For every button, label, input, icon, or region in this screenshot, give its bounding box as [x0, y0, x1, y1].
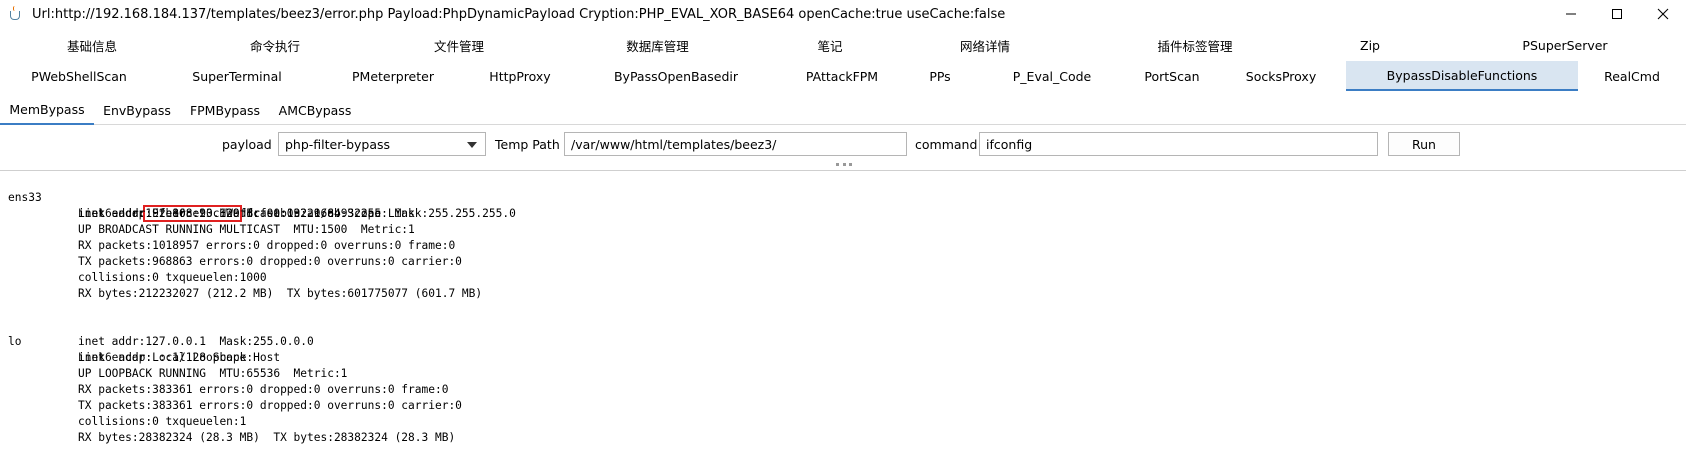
- temp-path-label: Temp Path: [495, 136, 560, 152]
- tab-realcmd[interactable]: RealCmd: [1596, 61, 1668, 91]
- output-text: RX packets:383361 errors:0 dropped:0 ove…: [78, 383, 449, 396]
- temp-path-input[interactable]: /var/www/html/templates/beez3/: [564, 132, 907, 156]
- minimize-icon: [1566, 13, 1576, 15]
- command-output-area[interactable]: ens33 Link encap:Ethernet HWaddr 00:0c:2…: [0, 170, 1686, 453]
- subtab-amcbypass[interactable]: AMCBypass: [274, 95, 356, 125]
- bypass-subtabs: MemBypass EnvBypass FPMBypass AMCBypass: [0, 95, 1686, 125]
- output-text: UP LOOPBACK RUNNING MTU:65536 Metric:1: [78, 367, 348, 380]
- output-text: UP BROADCAST RUNNING MULTICAST MTU:1500 …: [78, 223, 415, 236]
- close-button[interactable]: [1640, 0, 1686, 28]
- output-text: inet6 addr: ::1/128 Scope:Host: [78, 351, 281, 364]
- tab-database-manager[interactable]: 数据库管理: [585, 30, 730, 60]
- bypass-form: payload php-filter-bypass Temp Path /var…: [0, 131, 1686, 157]
- window-titlebar: Url:http://192.168.184.137/templates/bee…: [0, 0, 1686, 28]
- subtab-envbypass[interactable]: EnvBypass: [98, 95, 176, 125]
- tab-bypassdisablefunctions[interactable]: BypassDisableFunctions: [1346, 61, 1578, 91]
- subtab-membypass[interactable]: MemBypass: [0, 95, 94, 125]
- output-text: RX packets:1018957 errors:0 dropped:0 ov…: [78, 239, 456, 252]
- tab-plugin-tag-manager[interactable]: 插件标签管理: [1125, 30, 1265, 60]
- output-text: TX packets:383361 errors:0 dropped:0 ove…: [78, 399, 462, 412]
- output-line: ens33 Link encap:Ethernet HWaddr 00:0c:2…: [0, 174, 381, 220]
- output-text: TX packets:968863 errors:0 dropped:0 ove…: [78, 255, 462, 268]
- output-text: collisions:0 txqueuelen:1: [78, 415, 247, 428]
- output-text: RX bytes:28382324 (28.3 MB) TX bytes:283…: [78, 431, 456, 444]
- maximize-icon: [1612, 9, 1622, 19]
- minimize-button[interactable]: [1548, 0, 1594, 28]
- command-input[interactable]: ifconfig: [979, 132, 1378, 156]
- close-icon: [1657, 8, 1669, 20]
- chevron-down-icon: [467, 142, 477, 148]
- tab-file-manager[interactable]: 文件管理: [394, 30, 524, 60]
- tab-pmeterpreter[interactable]: PMeterpreter: [338, 61, 448, 91]
- window-controls: [1548, 0, 1686, 28]
- tab-zip[interactable]: Zip: [1330, 30, 1410, 60]
- tab-psuperserver[interactable]: PSuperServer: [1500, 30, 1630, 60]
- tab-p-eval-code[interactable]: P_Eval_Code: [1000, 61, 1104, 91]
- java-app-icon: [9, 6, 23, 22]
- output-line: inet addr:192.168.93.120 Bcast:192.168.9…: [0, 190, 516, 222]
- run-button[interactable]: Run: [1388, 132, 1460, 156]
- output-text: RX bytes:212232027 (212.2 MB) TX bytes:6…: [78, 287, 483, 300]
- subtab-fpmbypass[interactable]: FPMBypass: [186, 95, 264, 125]
- payload-select-value: php-filter-bypass: [285, 136, 391, 152]
- tab-network-details[interactable]: 网络详情: [920, 30, 1050, 60]
- tab-pps[interactable]: PPs: [920, 61, 960, 91]
- tab-bypassopenbasedir[interactable]: ByPassOpenBasedir: [606, 61, 746, 91]
- tab-socksproxy[interactable]: SocksProxy: [1240, 61, 1322, 91]
- interface-name: lo: [8, 335, 22, 348]
- payload-label: payload: [222, 136, 272, 152]
- main-tabs-row-1: 基础信息 命令执行 文件管理 数据库管理 笔记 网络详情 插件标签管理 Zip …: [0, 30, 1686, 60]
- tab-notes[interactable]: 笔记: [790, 30, 870, 60]
- tab-command-exec[interactable]: 命令执行: [210, 30, 340, 60]
- payload-select[interactable]: php-filter-bypass: [278, 132, 486, 156]
- maximize-button[interactable]: [1594, 0, 1640, 28]
- tab-pattackfpm[interactable]: PAttackFPM: [796, 61, 888, 91]
- output-text: inet6 addr: fe80::20c:29ff:feab:32ac/64 …: [78, 207, 415, 220]
- output-text: inet addr:127.0.0.1 Mask:255.0.0.0: [78, 335, 314, 348]
- splitter-grip-icon[interactable]: [836, 163, 852, 167]
- tab-basic-info[interactable]: 基础信息: [28, 30, 156, 60]
- window-title: Url:http://192.168.184.137/templates/bee…: [32, 6, 1006, 22]
- tab-superterminal[interactable]: SuperTerminal: [180, 61, 294, 91]
- tab-httpproxy[interactable]: HttpProxy: [478, 61, 562, 91]
- output-line: lo Link encap:Local Loopback: [0, 318, 246, 364]
- tab-portscan[interactable]: PortScan: [1130, 61, 1214, 91]
- tab-pwebshellscan[interactable]: PWebShellScan: [20, 61, 138, 91]
- main-tabs-row-2: PWebShellScan SuperTerminal PMeterpreter…: [0, 61, 1686, 91]
- command-label: command: [915, 136, 978, 152]
- output-text: collisions:0 txqueuelen:1000: [78, 271, 267, 284]
